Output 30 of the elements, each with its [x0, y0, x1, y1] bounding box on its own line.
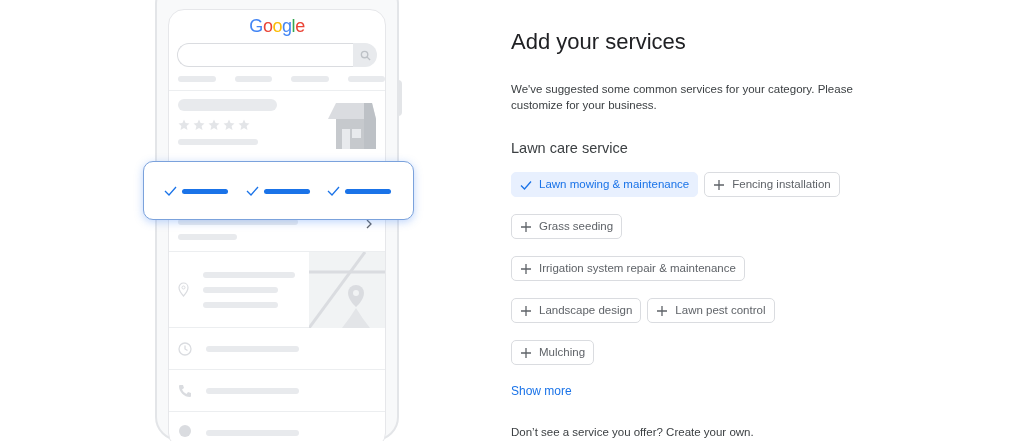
- service-chip[interactable]: Lawn pest control: [647, 298, 775, 323]
- plus-icon: [520, 220, 532, 233]
- check-icon: [520, 178, 532, 191]
- phone-icon: [178, 383, 192, 398]
- globe-icon: [178, 424, 192, 438]
- service-chip[interactable]: Mulching: [511, 340, 595, 365]
- clock-icon: [178, 341, 192, 356]
- search-button[interactable]: [353, 43, 377, 67]
- footer-text: Don’t see a service you offer? Create your own.: [511, 425, 755, 440]
- plus-icon: [520, 262, 532, 275]
- page-title: Add your services: [511, 29, 687, 55]
- service-chip[interactable]: Fencing installation: [704, 172, 840, 197]
- plus-icon: [520, 346, 532, 359]
- show-more-link[interactable]: Show more: [511, 383, 572, 399]
- plus-icon: [656, 304, 669, 317]
- service-chip[interactable]: Landscape design: [511, 298, 642, 323]
- storefront-icon: [328, 103, 376, 149]
- description-text: We've suggested some common services for your category. Please customize for your business.: [511, 82, 854, 113]
- plus-icon: [713, 178, 726, 191]
- logo: Google: [249, 15, 305, 37]
- service-chip[interactable]: Lawn mowing & maintenance: [511, 172, 699, 197]
- location-pin-icon: [178, 282, 189, 297]
- category-heading: Lawn care service: [511, 139, 629, 157]
- service-chip[interactable]: Grass seeding: [511, 214, 623, 239]
- check-line-icon: [245, 184, 312, 197]
- plus-icon: [520, 304, 532, 317]
- service-chip[interactable]: Irrigation system repair & maintenance: [511, 256, 745, 281]
- check-line-icon: [164, 184, 230, 197]
- check-line-icon: [327, 184, 393, 197]
- search-icon: [359, 49, 371, 61]
